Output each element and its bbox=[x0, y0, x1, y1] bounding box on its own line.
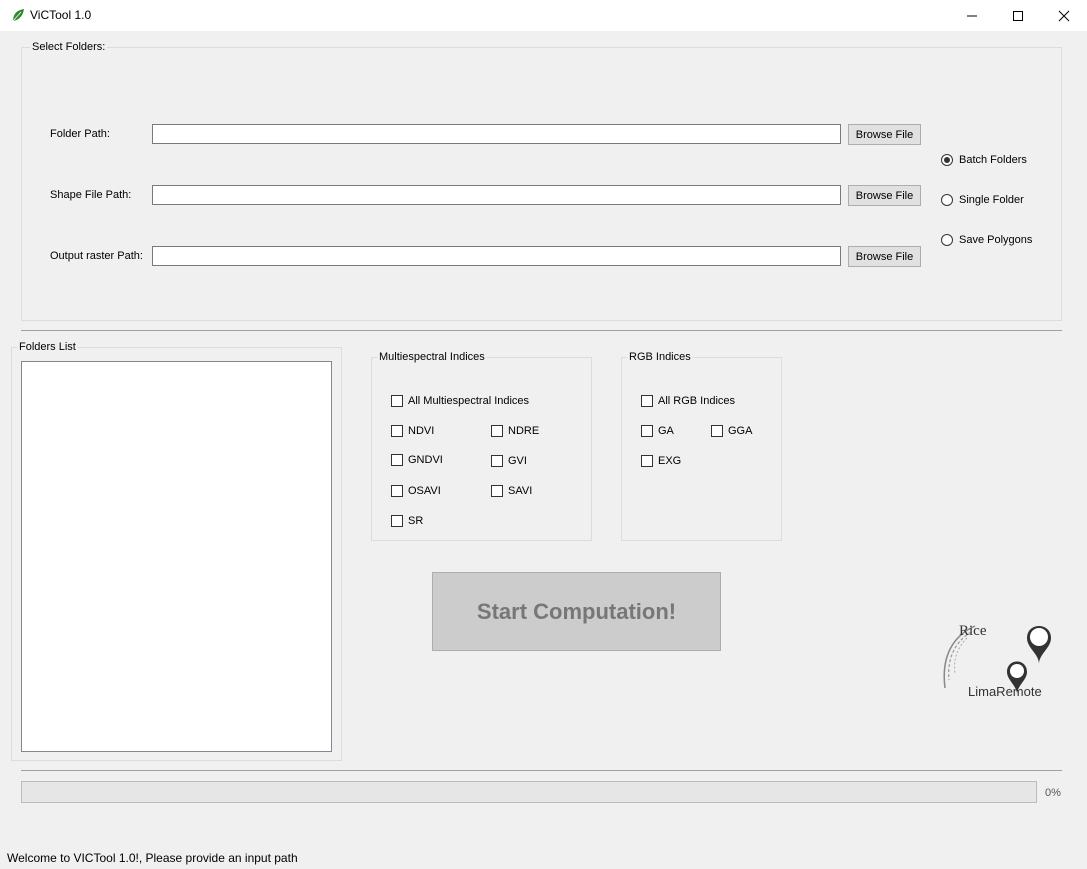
ndvi-label: NDVI bbox=[408, 425, 435, 437]
sr-checkbox[interactable]: SR bbox=[391, 515, 423, 527]
save-polygons-label: Save Polygons bbox=[959, 234, 1033, 246]
maximize-button[interactable] bbox=[995, 0, 1041, 31]
output-browse-button[interactable]: Browse File bbox=[848, 246, 921, 267]
checkbox-box bbox=[391, 425, 403, 437]
ga-label: GA bbox=[658, 425, 674, 437]
multispectral-group bbox=[371, 357, 592, 541]
checkbox-box bbox=[391, 515, 403, 527]
title-bar: ViCTool 1.0 bbox=[0, 0, 1087, 31]
rice-limaremote-logo: Rice LimaRemote bbox=[943, 623, 1051, 699]
batch-folders-label: Batch Folders bbox=[959, 154, 1027, 166]
divider bbox=[21, 330, 1062, 331]
all-multispectral-checkbox[interactable]: All Multiespectral Indices bbox=[391, 395, 529, 407]
exg-label: EXG bbox=[658, 455, 682, 467]
checkbox-box bbox=[391, 485, 403, 497]
rgb-group bbox=[621, 357, 782, 541]
ndvi-checkbox[interactable]: NDVI bbox=[391, 425, 434, 437]
savi-checkbox[interactable]: SAVI bbox=[491, 485, 532, 497]
ndre-label: NDRE bbox=[508, 425, 540, 437]
logo-text-rice: Rice bbox=[959, 623, 987, 639]
leaf-icon bbox=[12, 9, 24, 22]
output-raster-path-label: Output raster Path: bbox=[50, 250, 143, 262]
checkbox-box bbox=[711, 425, 723, 437]
progress-percent: 0% bbox=[1045, 787, 1061, 799]
checkbox-box bbox=[641, 425, 653, 437]
progress-bar bbox=[21, 781, 1037, 803]
gndvi-checkbox[interactable]: GNDVI bbox=[391, 454, 443, 466]
output-raster-path-input[interactable] bbox=[152, 246, 841, 266]
radio-selected-indicator bbox=[941, 154, 953, 166]
gvi-checkbox[interactable]: GVI bbox=[491, 455, 527, 467]
maximize-icon bbox=[1013, 10, 1023, 21]
checkbox-box bbox=[491, 425, 503, 437]
checkbox-box bbox=[391, 454, 403, 466]
shape-browse-button[interactable]: Browse File bbox=[848, 185, 921, 206]
all-rgb-checkbox[interactable]: All RGB Indices bbox=[641, 395, 735, 407]
sr-label: SR bbox=[408, 515, 424, 527]
all-rgb-label: All RGB Indices bbox=[658, 395, 736, 407]
minimize-icon bbox=[967, 15, 977, 16]
gga-label: GGA bbox=[728, 425, 753, 437]
osavi-checkbox[interactable]: OSAVI bbox=[391, 485, 441, 497]
start-computation-button[interactable]: Start Computation! bbox=[432, 572, 721, 651]
gvi-label: GVI bbox=[508, 455, 527, 467]
multispectral-title: Multiespectral Indices bbox=[377, 351, 487, 363]
folder-path-input[interactable] bbox=[152, 124, 841, 144]
divider bbox=[21, 770, 1062, 771]
folder-path-label: Folder Path: bbox=[50, 128, 110, 140]
single-folder-label: Single Folder bbox=[959, 194, 1024, 206]
gga-checkbox[interactable]: GGA bbox=[711, 425, 752, 437]
shape-file-path-label: Shape File Path: bbox=[50, 189, 132, 201]
checkbox-box bbox=[641, 395, 653, 407]
checkbox-box bbox=[641, 455, 653, 467]
logo-text-limaremote: LimaRemote bbox=[968, 684, 1042, 699]
shape-file-path-input[interactable] bbox=[152, 185, 841, 205]
folders-list-title: Folders List bbox=[17, 341, 78, 353]
savi-label: SAVI bbox=[508, 485, 533, 497]
ndre-checkbox[interactable]: NDRE bbox=[491, 425, 539, 437]
checkbox-box bbox=[491, 455, 503, 467]
folder-browse-button[interactable]: Browse File bbox=[848, 124, 921, 145]
folders-list[interactable] bbox=[21, 361, 332, 752]
single-folder-radio[interactable]: Single Folder bbox=[941, 194, 1024, 206]
radio-indicator bbox=[941, 234, 953, 246]
save-polygons-radio[interactable]: Save Polygons bbox=[941, 234, 1032, 246]
ga-checkbox[interactable]: GA bbox=[641, 425, 674, 437]
radio-indicator bbox=[941, 194, 953, 206]
gndvi-label: GNDVI bbox=[408, 454, 443, 466]
close-icon bbox=[1058, 10, 1070, 21]
checkbox-box bbox=[391, 395, 403, 407]
exg-checkbox[interactable]: EXG bbox=[641, 455, 681, 467]
minimize-button[interactable] bbox=[949, 0, 995, 31]
select-folders-title: Select Folders: bbox=[30, 41, 108, 53]
checkbox-box bbox=[491, 485, 503, 497]
osavi-label: OSAVI bbox=[408, 485, 441, 497]
select-folders-group bbox=[21, 47, 1062, 321]
close-button[interactable] bbox=[1041, 0, 1087, 31]
batch-folders-radio[interactable]: Batch Folders bbox=[941, 154, 1027, 166]
status-message: Welcome to VICTool 1.0!, Please provide … bbox=[7, 851, 298, 865]
all-multispectral-label: All Multiespectral Indices bbox=[408, 395, 530, 407]
window-title: ViCTool 1.0 bbox=[30, 8, 92, 22]
rgb-title: RGB Indices bbox=[627, 351, 693, 363]
